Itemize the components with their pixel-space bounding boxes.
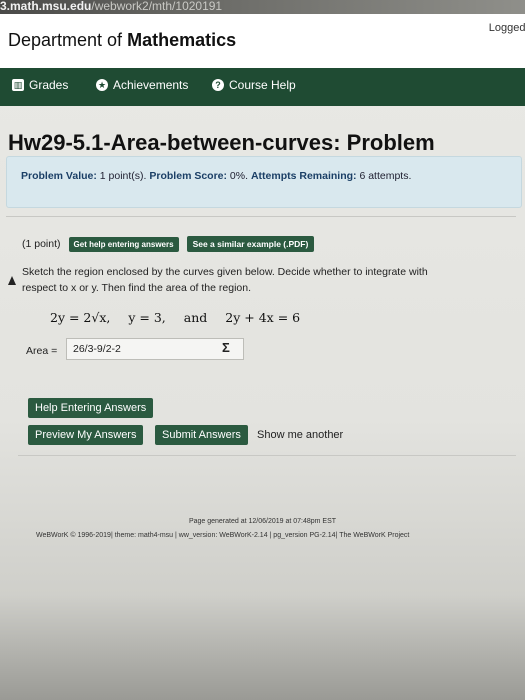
department-prefix: Department of <box>8 30 123 50</box>
footer-credits: WeBWorK © 1996-2019| theme: math4-msu | … <box>36 532 410 539</box>
page: 3.math.msu.edu/webwork2/mth/1020191 Depa… <box>0 0 525 700</box>
score-text: 0%. <box>229 170 249 182</box>
page-generated-text: Page generated at 12/06/2019 at 07:48pm … <box>188 518 337 525</box>
problem-info-text: Problem Value: 1 point(s). Problem Score… <box>21 170 411 182</box>
department-title: Department of Mathematics <box>8 30 236 51</box>
browser-url-bar[interactable]: 3.math.msu.edu/webwork2/mth/1020191 <box>0 0 525 14</box>
attempts-label: Attempts Remaining: <box>250 170 357 182</box>
prompt-line-2: respect to x or y. Then find the area of… <box>22 282 251 294</box>
prompt-line-1: Sketch the region enclosed by the curves… <box>22 266 428 278</box>
problem-info-box: Problem Value: 1 point(s). Problem Score… <box>6 156 522 208</box>
answer-input[interactable] <box>66 338 244 360</box>
points-label: (1 point) <box>22 238 61 250</box>
url-text: 3.math.msu.edu <box>0 0 92 13</box>
answer-label: Area = <box>26 345 58 357</box>
nav-course-help-label: Course Help <box>229 78 296 92</box>
mouse-cursor-icon <box>8 276 16 285</box>
problem-header-row: (1 point) Get help entering answers See … <box>22 236 315 252</box>
problem-prompt: Sketch the region enclosed by the curves… <box>22 264 492 296</box>
logged-in-status: Logged i <box>488 22 525 34</box>
help-entering-link[interactable]: Get help entering answers <box>68 236 179 252</box>
url-path: /webwork2/mth/1020191 <box>91 0 223 13</box>
department-name: Mathematics <box>127 30 237 50</box>
divider <box>18 455 516 456</box>
submit-answers-button[interactable]: Submit Answers <box>155 425 248 445</box>
nav-grades[interactable]: ▥ Grades <box>12 78 68 92</box>
nav-grades-label: Grades <box>29 78 69 92</box>
page-title: Hw29-5.1-Area-between-curves: Problem <box>8 130 435 155</box>
sigma-icon[interactable]: Σ <box>222 340 230 355</box>
question-icon: ? <box>212 79 224 91</box>
nav-achievements-label: Achievements <box>113 78 189 92</box>
equation-3: 2y + 4x = 6 <box>225 310 301 325</box>
show-another-button[interactable]: Show me another <box>257 429 343 441</box>
similar-example-link[interactable]: See a similar example (.PDF) <box>186 236 315 252</box>
help-entering-answers-button[interactable]: Help Entering Answers <box>28 398 154 418</box>
nav-achievements[interactable]: ★ Achievements <box>96 78 188 92</box>
equations: 2y = 2√x, y = 3, and 2y + 4x = 6 <box>50 310 314 325</box>
bar-chart-icon: ▥ <box>12 79 24 91</box>
preview-answers-button[interactable]: Preview My Answers <box>28 425 144 445</box>
nav-course-help[interactable]: ? Course Help <box>212 78 296 92</box>
equation-2: y = 3, <box>128 310 166 325</box>
star-icon: ★ <box>96 79 108 91</box>
divider <box>6 216 516 217</box>
site-header: Department of Mathematics Logged i <box>0 14 525 68</box>
attempts-text: 6 attempts. <box>359 170 412 182</box>
value-label: Problem Value: <box>21 170 97 182</box>
equation-and: and <box>183 310 208 325</box>
score-label: Problem Score: <box>149 170 227 182</box>
value-text: 1 point(s). <box>99 170 147 182</box>
main-nav: ▥ Grades ★ Achievements ? Course Help <box>0 68 525 106</box>
equation-1: 2y = 2√x, <box>50 310 111 325</box>
